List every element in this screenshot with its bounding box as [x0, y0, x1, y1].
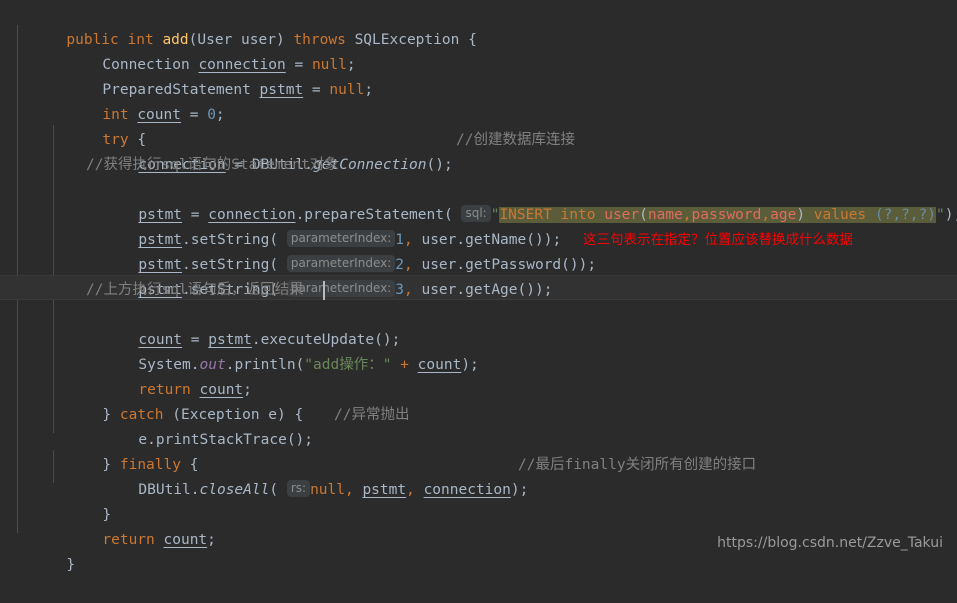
code-line-19[interactable]: DBUtil.closeAll( rs: null, pstmt, connect…: [0, 453, 957, 498]
code-line-2[interactable]: Connection connection = null;: [0, 28, 957, 73]
code-line-1[interactable]: public int add(User user) throws SQLExce…: [0, 3, 957, 48]
comment-close-interfaces: //最后finally关闭所有创建的接口: [518, 457, 757, 473]
brace-close: }: [66, 557, 76, 573]
code-line-14[interactable]: System.out.println("add操作：" + count);: [0, 328, 957, 373]
code-line-4[interactable]: int count = 0;: [0, 78, 957, 123]
code-line-15[interactable]: return count;: [0, 353, 957, 398]
text-caret: [323, 281, 325, 300]
code-line-20[interactable]: }: [0, 478, 957, 523]
code-line-10[interactable]: pstmt.setString( parameterIndex: 2, user.…: [0, 228, 957, 273]
code-line-6[interactable]: connection = DBUtil.getConnection(); //创…: [0, 128, 957, 173]
code-line-11[interactable]: pstmt.setString( parameterIndex: 3, user.…: [0, 253, 957, 298]
comment-exception-thrown: //异常抛出: [334, 407, 410, 423]
comment-create-db-connection: //创建数据库连接: [456, 132, 575, 148]
code-line-21[interactable]: return count;: [0, 503, 957, 548]
code-line-3[interactable]: PreparedStatement pstmt = null;: [0, 53, 957, 98]
code-line-12[interactable]: //上方执行sql语句后，返回结果: [0, 278, 957, 303]
code-line-18[interactable]: } finally {: [0, 428, 957, 473]
code-line-16[interactable]: } catch (Exception e) {: [0, 378, 957, 423]
red-annotation-note: 这三句表示在指定？位置应该替换成什么数据: [583, 232, 853, 248]
comment-get-statement: //获得执行sql语句的Statement对象: [86, 157, 339, 173]
watermark-url: https://blog.csdn.net/Zzve_Takui: [717, 535, 943, 551]
code-line-9[interactable]: pstmt.setString( parameterIndex: 1, user.…: [0, 203, 957, 248]
code-line-7[interactable]: //获得执行sql语句的Statement对象: [0, 153, 957, 178]
code-line-8[interactable]: pstmt = connection.prepareStatement( sql…: [0, 178, 957, 223]
code-line-17[interactable]: e.printStackTrace(); //异常抛出: [0, 403, 957, 448]
code-editor[interactable]: public int add(User user) throws SQLExce…: [0, 0, 957, 573]
code-line-5[interactable]: try {: [0, 103, 957, 148]
comment-return-result: //上方执行sql语句后，返回结果: [86, 282, 304, 298]
code-line-13[interactable]: count = pstmt.executeUpdate();: [0, 303, 957, 348]
